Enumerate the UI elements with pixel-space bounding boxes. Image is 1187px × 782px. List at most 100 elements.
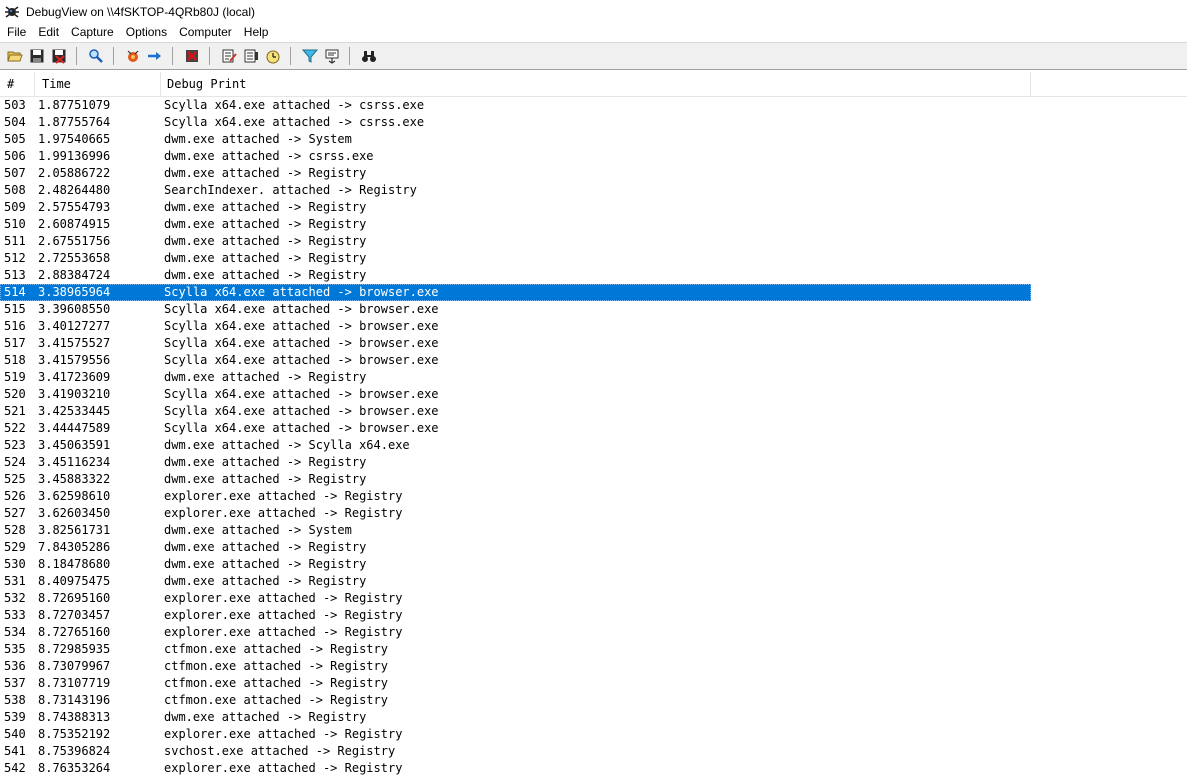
table-row[interactable]: 537 8.73107719 ctfmon.exe attached -> Regi… [0, 675, 1031, 692]
table-row[interactable]: 530 8.18478680 dwm.exe attached -> Registr… [0, 556, 1031, 573]
table-row[interactable]: 510 2.60874915 dwm.exe attached -> Registr… [0, 216, 1031, 233]
search-button[interactable] [358, 45, 380, 67]
table-row[interactable]: 507 2.05886722 dwm.exe attached -> Registr… [0, 165, 1031, 182]
row-time: 8.73079967 [38, 659, 111, 673]
find-button[interactable] [85, 45, 107, 67]
history-icon [325, 49, 339, 64]
table-row[interactable]: 528 3.82561731 dwm.exe attached -> System [0, 522, 1031, 539]
toolbar-separator [290, 47, 291, 65]
table-row[interactable]: 539 8.74388313 dwm.exe attached -> Registr… [0, 709, 1031, 726]
table-row[interactable]: 503 1.87751079 Scylla x64.exe attached -> … [0, 97, 1031, 114]
row-debug-print: explorer.exe attached -> Registry [164, 727, 403, 741]
row-time: 8.75396824 [38, 744, 111, 758]
row-debug-print: dwm.exe attached -> Registry [164, 472, 367, 486]
capture-button[interactable] [122, 45, 144, 67]
save-icon [30, 49, 44, 63]
save-button[interactable] [26, 45, 48, 67]
row-number: 516 [4, 319, 26, 333]
row-time: 8.73143196 [38, 693, 111, 707]
clock-icon [266, 50, 280, 64]
toolbar-separator [76, 47, 77, 65]
table-row[interactable]: 541 8.75396824 svchost.exe attached -> Reg… [0, 743, 1031, 760]
row-number: 522 [4, 421, 26, 435]
column-header-number[interactable]: # [0, 72, 35, 96]
table-row[interactable]: 518 3.41579556 Scylla x64.exe attached -> … [0, 352, 1031, 369]
window-title: DebugView on \\4fSKTOP-4QRb80J (local) [26, 4, 256, 19]
table-row[interactable]: 534 8.72765160 explorer.exe attached -> Re… [0, 624, 1031, 641]
table-row[interactable]: 504 1.87755764 Scylla x64.exe attached -> … [0, 114, 1031, 131]
table-row[interactable]: 527 3.62603450 explorer.exe attached -> Re… [0, 505, 1031, 522]
highlight-button[interactable] [240, 45, 262, 67]
stop-capture-button[interactable] [181, 45, 203, 67]
row-debug-print: explorer.exe attached -> Registry [164, 591, 403, 605]
row-time: 2.48264480 [38, 183, 111, 197]
table-row[interactable]: 532 8.72695160 explorer.exe attached -> Re… [0, 590, 1031, 607]
row-debug-print: Scylla x64.exe attached -> browser.exe [164, 285, 439, 299]
row-debug-print: SearchIndexer. attached -> Registry [164, 183, 417, 197]
table-row[interactable]: 524 3.45116234 dwm.exe attached -> Registr… [0, 454, 1031, 471]
table-row[interactable]: 511 2.67551756 dwm.exe attached -> Registr… [0, 233, 1031, 250]
filter-button[interactable] [299, 45, 321, 67]
row-time: 2.05886722 [38, 166, 111, 180]
table-row[interactable]: 535 8.72985935 ctfmon.exe attached -> Regi… [0, 641, 1031, 658]
table-row[interactable]: 522 3.44447589 Scylla x64.exe attached -> … [0, 420, 1031, 437]
table-row[interactable]: 525 3.45883322 dwm.exe attached -> Registr… [0, 471, 1031, 488]
table-row[interactable]: 533 8.72703457 explorer.exe attached -> Re… [0, 607, 1031, 624]
row-debug-print: Scylla x64.exe attached -> browser.exe [164, 404, 439, 418]
menu-help[interactable]: Help [238, 23, 275, 42]
menu-options[interactable]: Options [120, 23, 173, 42]
row-time: 8.40975475 [38, 574, 111, 588]
toolbar-separator [172, 47, 173, 65]
table-row[interactable]: 542 8.76353264 explorer.exe attached -> Re… [0, 760, 1031, 777]
table-row[interactable]: 536 8.73079967 ctfmon.exe attached -> Regi… [0, 658, 1031, 675]
row-number: 537 [4, 676, 26, 690]
row-time: 3.41903210 [38, 387, 111, 401]
table-row[interactable]: 526 3.62598610 explorer.exe attached -> Re… [0, 488, 1031, 505]
table-row[interactable]: 531 8.40975475 dwm.exe attached -> Registr… [0, 573, 1031, 590]
column-header-debug-print[interactable]: Debug Print [161, 72, 1031, 96]
row-number: 527 [4, 506, 26, 520]
table-row[interactable]: 519 3.41723609 dwm.exe attached -> Registr… [0, 369, 1031, 386]
row-debug-print: dwm.exe attached -> System [164, 132, 352, 146]
save-log-button[interactable] [48, 45, 70, 67]
table-row[interactable]: 516 3.40127277 Scylla x64.exe attached -> … [0, 318, 1031, 335]
table-row[interactable]: 523 3.45063591 dwm.exe attached -> Scylla … [0, 437, 1031, 454]
row-time: 8.72985935 [38, 642, 111, 656]
debug-output-list[interactable]: # Time Debug Print 503 1.87751079 Scylla x… [0, 72, 1187, 782]
column-header-time[interactable]: Time [35, 72, 161, 96]
row-time: 8.75352192 [38, 727, 111, 741]
table-row[interactable]: 538 8.73143196 ctfmon.exe attached -> Regi… [0, 692, 1031, 709]
row-number: 533 [4, 608, 26, 622]
table-row[interactable]: 521 3.42533445 Scylla x64.exe attached -> … [0, 403, 1031, 420]
toolbar [0, 43, 1187, 70]
row-number: 526 [4, 489, 26, 503]
table-row[interactable]: 512 2.72553658 dwm.exe attached -> Registr… [0, 250, 1031, 267]
row-number: 541 [4, 744, 26, 758]
find-icon [89, 49, 103, 63]
history-button[interactable] [321, 45, 343, 67]
table-row[interactable]: 517 3.41575527 Scylla x64.exe attached -> … [0, 335, 1031, 352]
menu-capture[interactable]: Capture [65, 23, 120, 42]
table-row[interactable]: 508 2.48264480 SearchIndexer. attached -> … [0, 182, 1031, 199]
clock-button[interactable] [262, 45, 284, 67]
row-debug-print: dwm.exe attached -> Registry [164, 200, 367, 214]
row-time: 3.41579556 [38, 353, 111, 367]
table-row[interactable]: 506 1.99136996 dwm.exe attached -> csrss.e… [0, 148, 1031, 165]
filter-edit-button[interactable] [218, 45, 240, 67]
row-time: 1.87755764 [38, 115, 111, 129]
menu-file[interactable]: File [1, 23, 32, 42]
table-row[interactable]: 505 1.97540665 dwm.exe attached -> System [0, 131, 1031, 148]
menu-edit[interactable]: Edit [32, 23, 65, 42]
row-debug-print: dwm.exe attached -> Registry [164, 166, 367, 180]
table-row[interactable]: 514 3.38965964 Scylla x64.exe attached -> … [0, 284, 1031, 301]
table-row[interactable]: 515 3.39608550 Scylla x64.exe attached -> … [0, 301, 1031, 318]
table-row[interactable]: 540 8.75352192 explorer.exe attached -> Re… [0, 726, 1031, 743]
open-button[interactable] [4, 45, 26, 67]
row-debug-print: dwm.exe attached -> Registry [164, 710, 367, 724]
table-row[interactable]: 513 2.88384724 dwm.exe attached -> Registr… [0, 267, 1031, 284]
table-row[interactable]: 520 3.41903210 Scylla x64.exe attached -> … [0, 386, 1031, 403]
table-row[interactable]: 529 7.84305286 dwm.exe attached -> Registr… [0, 539, 1031, 556]
menu-computer[interactable]: Computer [173, 23, 238, 42]
autoscroll-button[interactable] [144, 45, 166, 67]
table-row[interactable]: 509 2.57554793 dwm.exe attached -> Registr… [0, 199, 1031, 216]
